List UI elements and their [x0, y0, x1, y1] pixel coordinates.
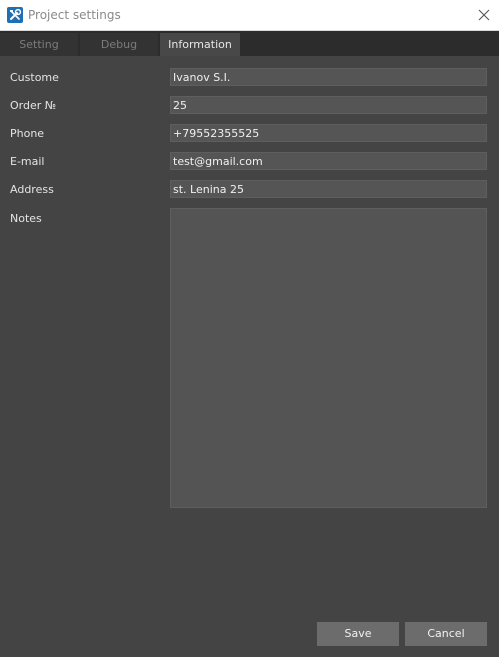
tab-setting[interactable]: Setting — [0, 33, 78, 56]
tools-icon — [7, 7, 23, 23]
window-title: Project settings — [28, 8, 121, 22]
close-button[interactable] — [469, 0, 499, 30]
notes-label: Notes — [10, 212, 42, 225]
phone-label: Phone — [10, 127, 45, 140]
tab-information[interactable]: Information — [160, 33, 240, 56]
customer-field[interactable] — [170, 68, 487, 86]
customer-label: Custome — [10, 71, 59, 84]
save-button[interactable]: Save — [317, 622, 399, 646]
notes-field[interactable] — [170, 208, 487, 508]
project-settings-window: Project settings Setting Debug Informati… — [0, 0, 499, 657]
email-label: E-mail — [10, 155, 45, 168]
order-number-field[interactable] — [170, 96, 487, 114]
tab-debug[interactable]: Debug — [80, 33, 158, 56]
address-field[interactable] — [170, 180, 487, 198]
tab-bar: Setting Debug Information — [0, 31, 499, 56]
cancel-button[interactable]: Cancel — [405, 622, 487, 646]
email-field[interactable] — [170, 152, 487, 170]
close-icon — [478, 9, 490, 21]
address-label: Address — [10, 183, 54, 196]
phone-field[interactable] — [170, 124, 487, 142]
title-bar: Project settings — [0, 0, 499, 31]
order-number-label: Order № — [10, 99, 57, 112]
